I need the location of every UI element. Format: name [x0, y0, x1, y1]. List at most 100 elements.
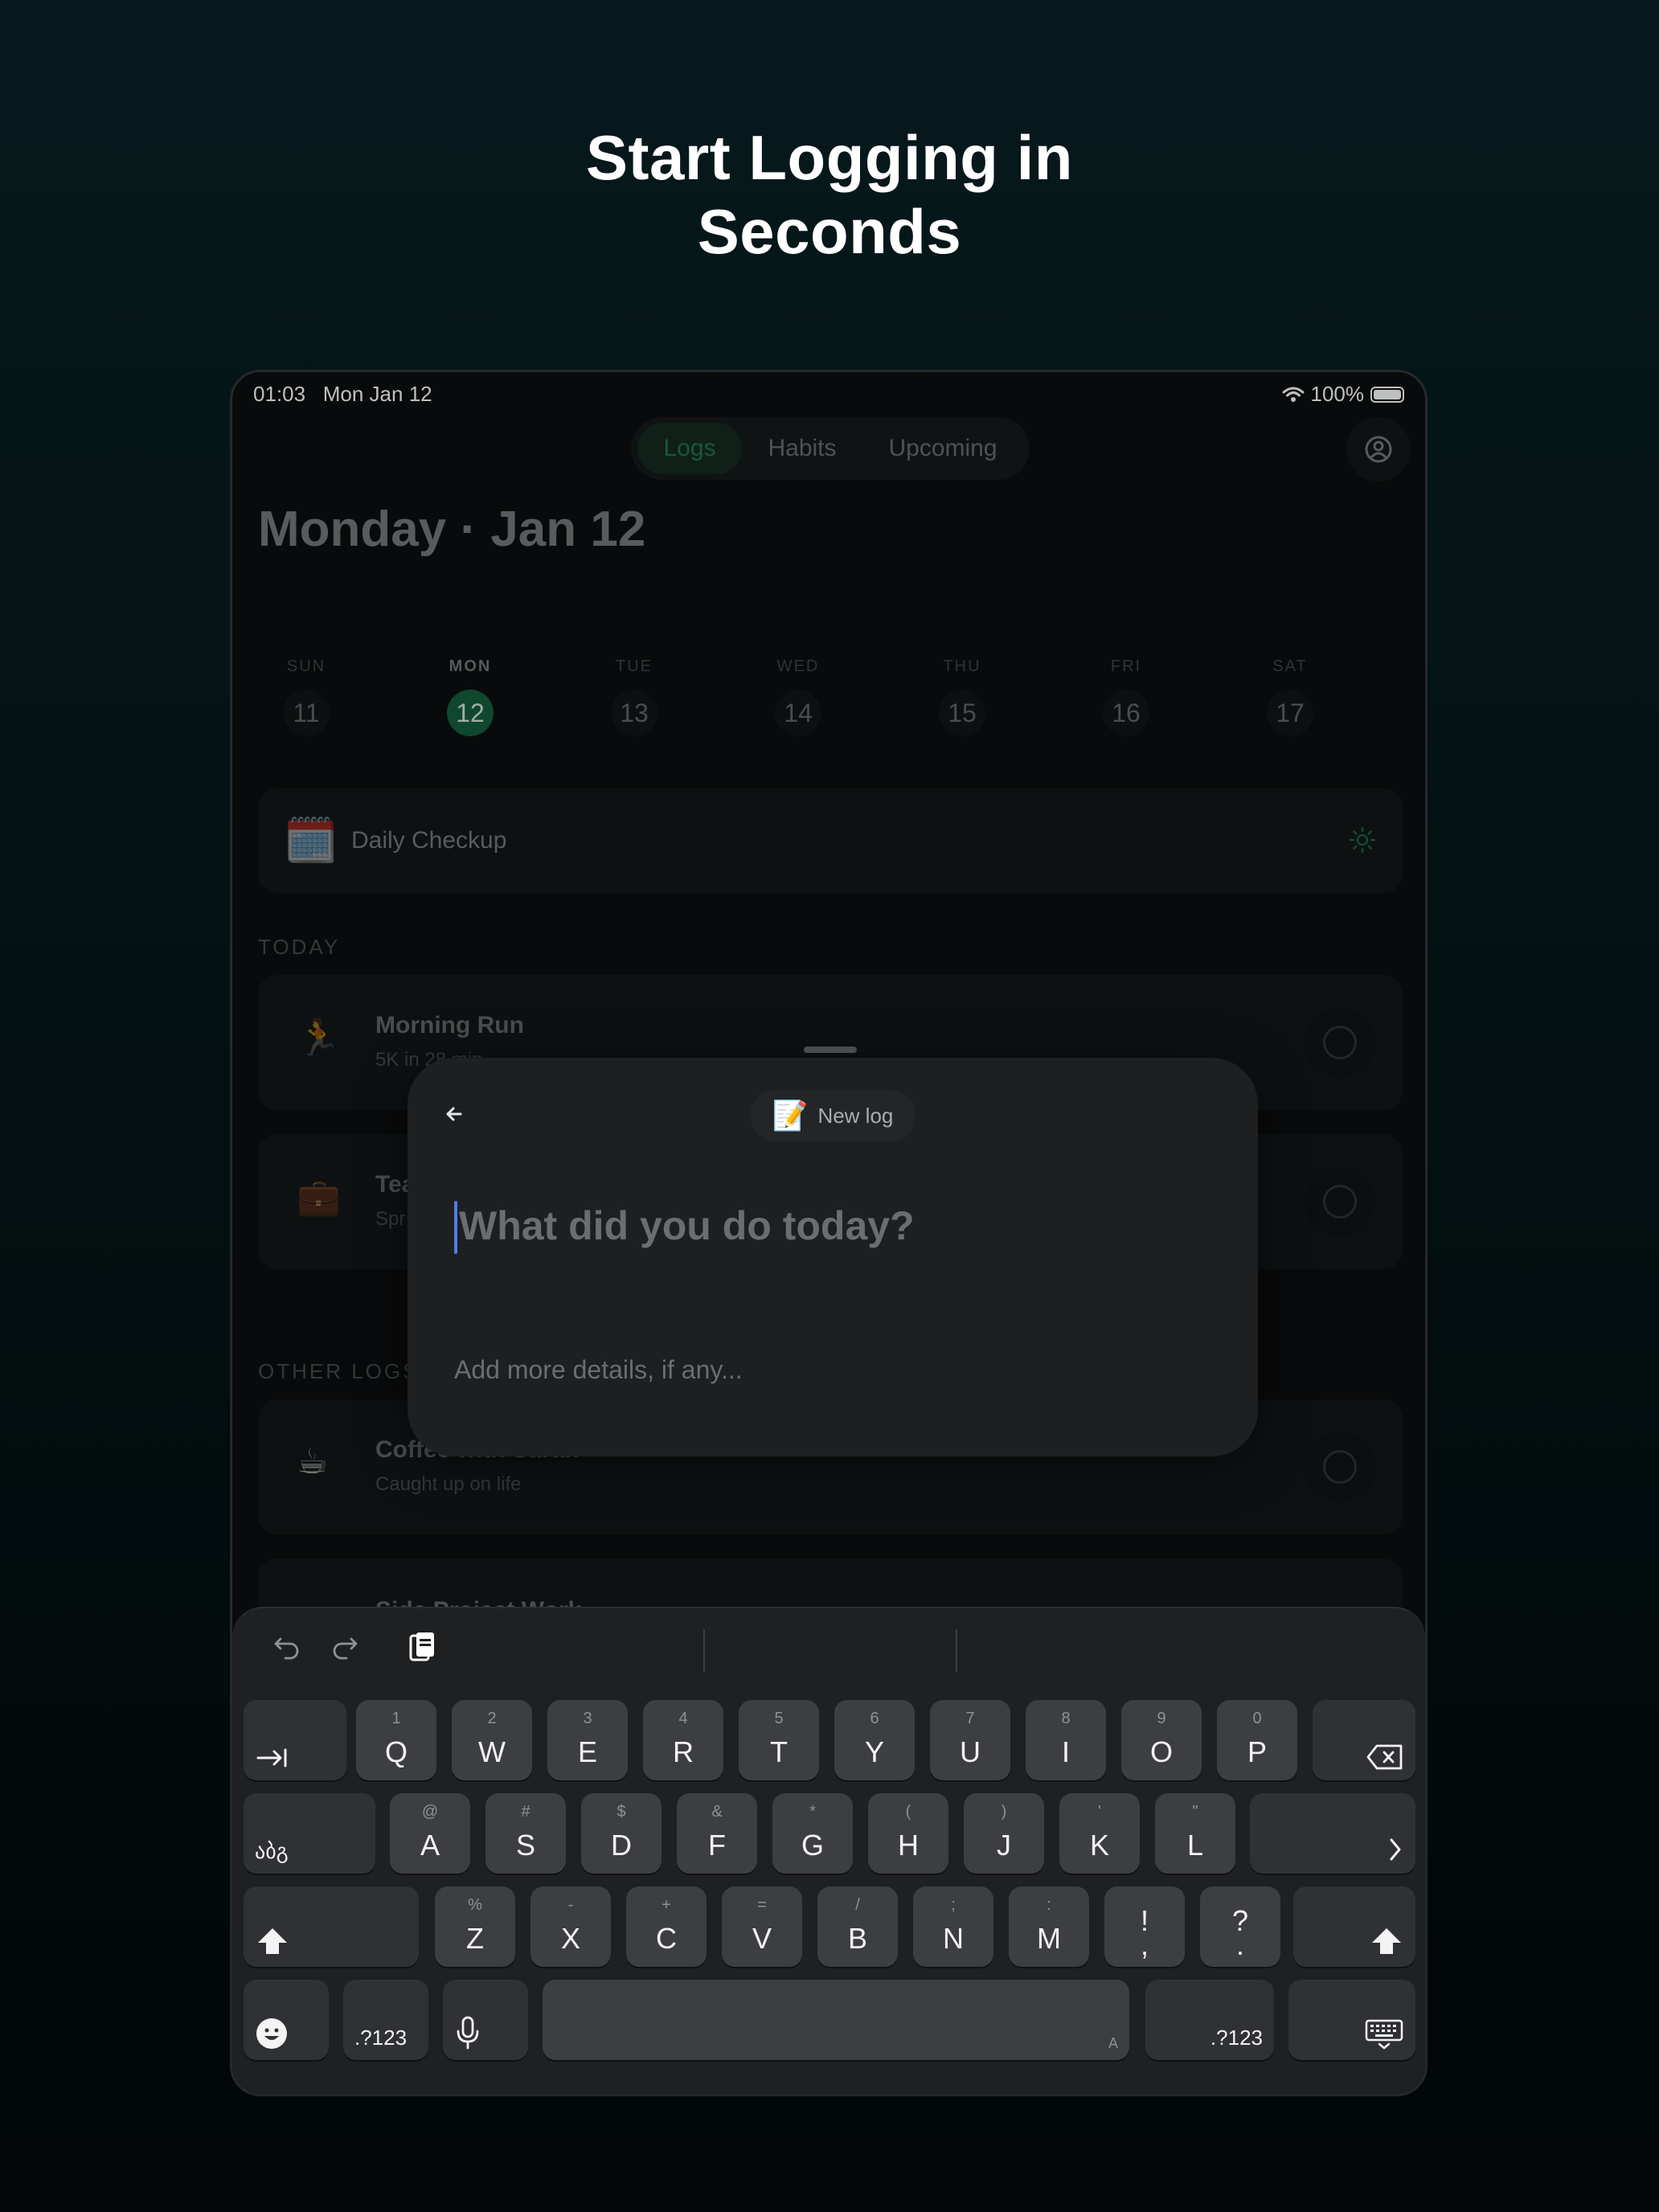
tab-key[interactable] [244, 1700, 346, 1780]
shift-icon [1369, 1925, 1404, 1957]
key-label: X [560, 1922, 580, 1955]
emoji-icon [255, 2017, 289, 2050]
key-z[interactable]: % Z [435, 1886, 515, 1967]
key-label: B [847, 1922, 867, 1955]
key-h[interactable]: (H [868, 1793, 948, 1874]
headline-line-2: Seconds [697, 196, 962, 267]
key-hint: = [757, 1896, 767, 1914]
log-details-input[interactable]: Add more details, if any... [454, 1355, 743, 1385]
key-j[interactable]: ) J [964, 1793, 1044, 1874]
undo-icon[interactable] [271, 1631, 303, 1663]
space-key-mark: A [1108, 2035, 1118, 2051]
key-c[interactable]: + C [626, 1886, 707, 1967]
delete-icon [1366, 1743, 1404, 1771]
key-r[interactable]: 4R [643, 1700, 723, 1780]
numbers-key-right[interactable]: .?123 [1145, 1980, 1274, 2060]
key-hint: 6 [870, 1710, 879, 1727]
shift-key-left[interactable] [244, 1886, 419, 1967]
dictation-key[interactable] [443, 1980, 528, 2060]
key-hint: @ [421, 1803, 439, 1821]
key-label: N [943, 1922, 964, 1955]
headline-line-1: Start Logging in [586, 122, 1073, 193]
emoji-key[interactable] [244, 1980, 329, 2060]
key-hint: ( [905, 1803, 911, 1821]
key-label: Q [384, 1735, 408, 1768]
delete-key[interactable] [1313, 1700, 1415, 1780]
key-w[interactable]: 2W [452, 1700, 532, 1780]
suggestion-divider [703, 1629, 705, 1673]
key-hint: 9 [1157, 1710, 1166, 1727]
key-label: G [801, 1829, 824, 1862]
key-hint: # [521, 1803, 530, 1821]
key-m[interactable]: :M [1009, 1886, 1089, 1967]
numbers-key-label: .?123 [354, 2026, 408, 2050]
key-hint: + [662, 1896, 671, 1914]
key-bottom: , [1140, 1928, 1149, 1961]
language-key[interactable]: აბგ [244, 1793, 375, 1874]
key-label: I [1061, 1735, 1070, 1768]
key-label: A [420, 1829, 440, 1862]
space-key[interactable]: A [543, 1980, 1129, 2060]
key-label: F [708, 1829, 726, 1862]
key-hint: : [1047, 1896, 1051, 1914]
key-g[interactable]: * G [772, 1793, 853, 1874]
device-frame: 01:03 Mon Jan 12 100% Logs Habits Upcomi… [230, 370, 1428, 2096]
key-label: D [611, 1829, 632, 1862]
key-q[interactable]: 1Q [356, 1700, 436, 1780]
paste-icon[interactable] [406, 1629, 438, 1665]
numbers-key-label: .?123 [1210, 2026, 1263, 2050]
key-label: K [1089, 1829, 1109, 1862]
key-x[interactable]: -X [530, 1886, 611, 1967]
key-o[interactable]: 9O [1121, 1700, 1202, 1780]
return-key[interactable] [1250, 1793, 1415, 1874]
memo-icon: 📝 [772, 1099, 809, 1132]
sheet-grabber[interactable] [804, 1047, 857, 1053]
new-log-pill[interactable]: 📝 New log [750, 1090, 916, 1141]
shift-key-right[interactable] [1293, 1886, 1415, 1967]
key-label: U [960, 1735, 981, 1768]
key-v[interactable]: = V [722, 1886, 802, 1967]
key-label: O [1149, 1735, 1173, 1768]
key-d[interactable]: $ D [581, 1793, 662, 1874]
key-u[interactable]: 7U [930, 1700, 1010, 1780]
text-caret [454, 1201, 457, 1254]
key-s[interactable]: # S [485, 1793, 566, 1874]
key-i[interactable]: 8I [1026, 1700, 1106, 1780]
key-hint: " [1192, 1803, 1198, 1821]
tab-icon [255, 1745, 292, 1771]
log-title-input[interactable]: What did you do today? [459, 1202, 915, 1249]
key-p[interactable]: 0P [1217, 1700, 1297, 1780]
shift-icon [255, 1925, 290, 1957]
redo-icon[interactable] [329, 1631, 361, 1663]
key-label: J [997, 1829, 1011, 1862]
key-exclamation[interactable]: !, [1104, 1886, 1185, 1967]
key-hint: 3 [583, 1710, 592, 1727]
key-hint: ' [1098, 1803, 1101, 1821]
dismiss-keyboard-key[interactable] [1288, 1980, 1415, 2060]
key-t[interactable]: 5T [739, 1700, 819, 1780]
on-screen-keyboard: 1Q 2W 3E 4R 5T 6Y 7U 8I 9O 0P აბგ @ A # S … [232, 1607, 1425, 2094]
key-label: M [1037, 1922, 1061, 1955]
key-a[interactable]: @ A [390, 1793, 470, 1874]
new-log-label: New log [817, 1103, 894, 1128]
key-question[interactable]: ?. [1200, 1886, 1280, 1967]
key-f[interactable]: & F [677, 1793, 757, 1874]
key-n[interactable]: ; N [913, 1886, 993, 1967]
numbers-key[interactable]: .?123 [343, 1980, 428, 2060]
key-label: R [673, 1735, 694, 1768]
key-hint: 7 [965, 1710, 975, 1727]
key-b[interactable]: / B [817, 1886, 898, 1967]
key-hint: / [855, 1896, 860, 1914]
key-hint: 8 [1061, 1710, 1071, 1727]
key-l[interactable]: " L [1155, 1793, 1235, 1874]
key-k[interactable]: ' K [1059, 1793, 1140, 1874]
key-y[interactable]: 6Y [834, 1700, 915, 1780]
key-stack: ?. [1200, 1907, 1280, 1960]
back-button[interactable] [436, 1096, 472, 1132]
key-label: Y [864, 1735, 884, 1768]
key-hint: & [711, 1803, 723, 1821]
arrow-left-icon [436, 1096, 472, 1132]
key-hint: 1 [391, 1710, 401, 1727]
key-e[interactable]: 3E [547, 1700, 628, 1780]
key-hint: * [809, 1803, 816, 1821]
